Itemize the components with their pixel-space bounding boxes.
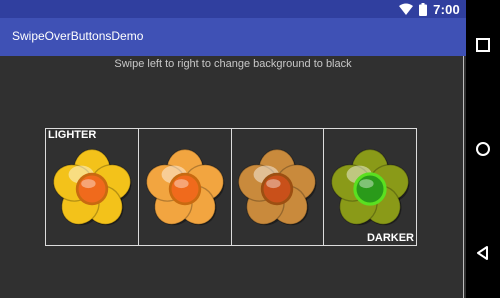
flower-icon xyxy=(145,148,225,226)
status-icons: 7:00 xyxy=(399,0,460,18)
flower-button-4[interactable]: DARKER xyxy=(324,129,416,245)
status-bar: 7:00 xyxy=(0,0,466,18)
app-bar: SwipeOverButtonsDemo xyxy=(0,18,466,56)
flower-button-1[interactable]: LIGHTER xyxy=(46,129,139,245)
instruction-text: Swipe left to right to change background… xyxy=(114,58,352,70)
flower-icon xyxy=(330,148,410,226)
flower-button-row: LIGHTER DARKER xyxy=(45,128,417,246)
wifi-icon xyxy=(399,3,414,15)
content-area[interactable]: Swipe left to right to change background… xyxy=(0,56,466,298)
flower-button-2[interactable] xyxy=(139,129,232,245)
status-time: 7:00 xyxy=(433,1,460,17)
recents-icon[interactable] xyxy=(474,36,492,54)
darker-label: DARKER xyxy=(366,232,414,244)
battery-icon xyxy=(419,2,428,16)
device-screen: 7:00 SwipeOverButtonsDemo Swipe left to … xyxy=(0,0,466,298)
home-icon[interactable] xyxy=(474,140,492,158)
divider xyxy=(463,56,464,298)
lighter-label: LIGHTER xyxy=(48,129,97,141)
app-title: SwipeOverButtonsDemo xyxy=(12,29,144,43)
flower-icon xyxy=(52,148,132,226)
flower-button-3[interactable] xyxy=(232,129,325,245)
back-icon[interactable] xyxy=(474,244,492,262)
flower-icon xyxy=(238,148,317,226)
navigation-bar xyxy=(466,0,500,298)
